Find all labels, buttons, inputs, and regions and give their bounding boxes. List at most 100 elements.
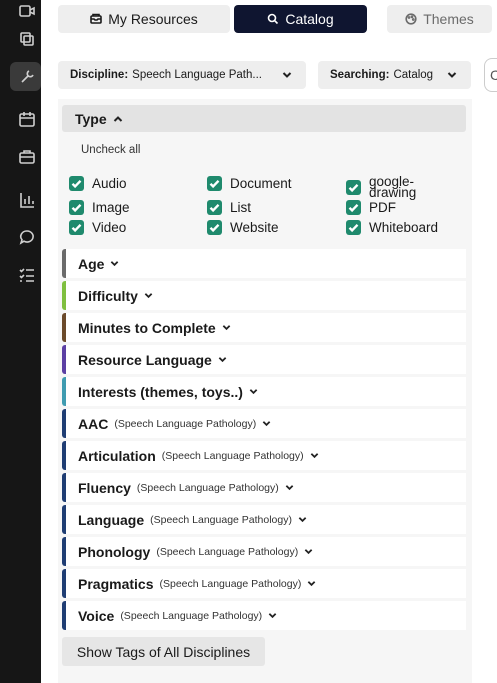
search-icon [268,13,279,25]
tab-themes[interactable]: Themes [387,5,492,33]
discipline-dropdown[interactable]: Discipline: Speech Language Path... [58,61,306,89]
palette-icon [405,13,417,25]
chevron-down-icon [222,323,231,332]
filter-panel: Type Uncheck all Audio Document google-dra… [58,99,472,683]
filter-section-title: Phonology [78,543,151,560]
chevron-down-icon [285,483,294,492]
filter-section-voice[interactable]: Voice (Speech Language Pathology) [62,601,466,630]
filter-section-discipline: (Speech Language Pathology) [120,609,263,622]
type-option-label: PDF [369,200,396,215]
filter-section-title: Minutes to Complete [78,319,216,336]
chevron-down-icon [304,547,313,556]
filter-section-resource-language[interactable]: Resource Language [62,345,466,374]
filter-section-title: Voice [78,607,115,624]
checkbox-checked-icon[interactable] [69,200,84,215]
left-rail [0,0,41,683]
chevron-up-icon [113,115,122,122]
type-option-pdf[interactable]: PDF [346,200,396,215]
tab-my-resources-label: My Resources [108,11,198,27]
filter-section-language[interactable]: Language (Speech Language Pathology) [62,505,466,534]
filter-section-minutes-to-complete[interactable]: Minutes to Complete [62,313,466,342]
chevron-down-icon [249,387,258,396]
filter-section-discipline: (Speech Language Pathology) [114,417,257,430]
searching-dropdown[interactable]: Searching: Catalog [318,61,471,89]
checkbox-checked-icon[interactable] [69,220,84,235]
filter-section-discipline: (Speech Language Pathology) [161,449,304,462]
type-option-label: Website [230,220,279,235]
show-tags-all-disciplines-button[interactable]: Show Tags of All Disciplines [62,637,265,666]
filter-section-title: Difficulty [78,287,138,304]
filter-section-pragmatics[interactable]: Pragmatics (Speech Language Pathology) [62,569,466,598]
video-icon[interactable] [16,0,38,22]
filter-section-phonology[interactable]: Phonology (Speech Language Pathology) [62,537,466,566]
type-option-website[interactable]: Website [207,220,279,235]
filter-section-title: Interests (themes, toys..) [78,383,243,400]
filter-section-discipline: (Speech Language Pathology) [136,481,279,494]
chevron-down-icon [298,515,307,524]
checkbox-checked-icon[interactable] [207,220,222,235]
chevron-down-icon [262,419,271,428]
checkbox-checked-icon[interactable] [346,220,361,235]
briefcase-icon[interactable] [16,145,38,167]
discipline-label: Discipline: [70,69,129,81]
type-option-label: Image [92,200,130,215]
checkbox-checked-icon[interactable] [69,176,84,191]
type-section-header[interactable]: Type [62,105,466,132]
chevron-down-icon [310,451,319,460]
checkbox-checked-icon[interactable] [207,176,222,191]
type-section-title: Type [75,110,107,127]
filter-section-aac[interactable]: AAC (Speech Language Pathology) [62,409,466,438]
type-option-video[interactable]: Video [69,220,126,235]
type-option-google-drawing[interactable]: google-drawing [346,174,417,200]
chevron-down-icon [447,72,457,78]
type-option-image[interactable]: Image [69,200,130,215]
type-option-list[interactable]: List [207,200,251,215]
type-option-label: Whiteboard [369,220,439,235]
filter-section-title: Pragmatics [78,575,154,592]
filter-section-discipline: (Speech Language Pathology) [156,545,299,558]
filter-section-title: Articulation [78,447,156,464]
searching-label: Searching: [330,69,390,81]
calendar-icon[interactable] [16,108,38,130]
checkbox-checked-icon[interactable] [346,200,361,215]
tab-catalog-label: Catalog [285,11,334,27]
wrench-icon[interactable] [16,66,38,88]
copy-icon[interactable] [16,28,38,50]
filter-section-age[interactable]: Age [62,249,466,278]
filter-section-interests-themes-toys[interactable]: Interests (themes, toys..) [62,377,466,406]
filter-section-difficulty[interactable]: Difficulty [62,281,466,310]
filter-section-fluency[interactable]: Fluency (Speech Language Pathology) [62,473,466,502]
type-option-label: List [230,200,252,215]
chat-bubble-icon[interactable] [16,226,38,248]
type-option-document[interactable]: Document [207,176,292,191]
checkbox-checked-icon[interactable] [207,200,222,215]
type-option-label: Document [230,176,292,191]
chevron-down-icon [144,291,153,300]
type-option-audio[interactable]: Audio [69,176,127,191]
tray-icon [90,13,103,24]
bar-chart-icon[interactable] [16,189,38,211]
uncheck-all-link[interactable]: Uncheck all [81,144,140,156]
filter-section-title: Age [78,255,105,272]
type-option-label: Audio [92,176,127,191]
search-icon: C [490,67,497,83]
filter-section-discipline: (Speech Language Pathology) [159,577,302,590]
tab-themes-label: Themes [423,11,474,27]
filter-section-title: Language [78,511,145,528]
type-option-label: google-drawing [369,174,417,200]
filter-section-title: AAC [78,415,109,432]
discipline-value: Speech Language Path... [132,69,262,81]
chevron-down-icon [268,611,277,620]
filter-section-title: Resource Language [78,351,212,368]
searching-value: Catalog [393,69,434,81]
tab-catalog[interactable]: Catalog [234,5,367,33]
search-input[interactable]: C [484,58,497,92]
tab-my-resources[interactable]: My Resources [58,5,230,33]
type-option-label: Video [92,220,127,235]
checkbox-checked-icon[interactable] [346,179,361,195]
filter-section-discipline: (Speech Language Pathology) [150,513,292,526]
checklist-icon[interactable] [16,264,38,286]
chevron-down-icon [218,355,227,364]
type-option-whiteboard[interactable]: Whiteboard [346,220,438,235]
filter-section-articulation[interactable]: Articulation (Speech Language Pathology) [62,441,466,470]
